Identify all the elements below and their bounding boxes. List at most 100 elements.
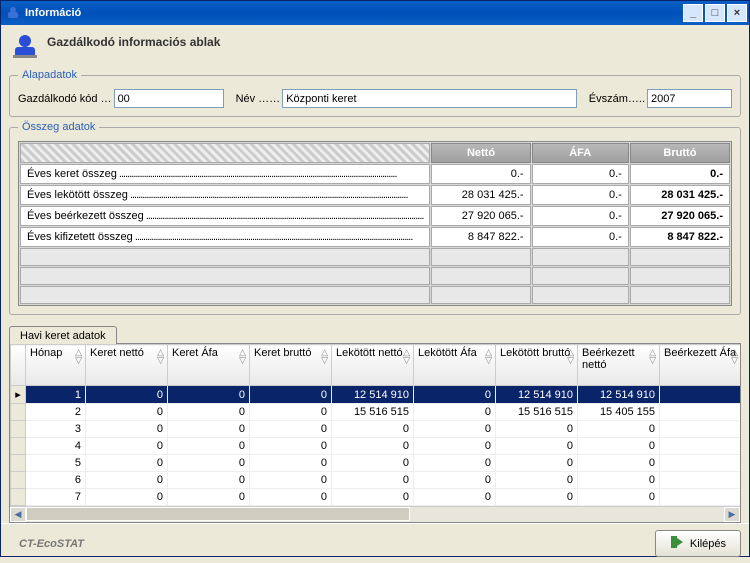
name-label: Név …… bbox=[236, 93, 281, 105]
row-marker: ▸ bbox=[11, 386, 26, 404]
col-beerkezett-netto[interactable]: Beérkezett nettó△▽ bbox=[578, 345, 660, 386]
cell bbox=[660, 472, 741, 489]
col-honap[interactable]: Hónap△▽ bbox=[26, 345, 86, 386]
cell: 0 bbox=[332, 472, 414, 489]
cell: 12 514 910 bbox=[496, 386, 578, 404]
cell: 0 bbox=[332, 489, 414, 506]
row-marker bbox=[11, 455, 26, 472]
cell: 0 bbox=[414, 438, 496, 455]
cell: 12 514 910 bbox=[332, 386, 414, 404]
cell bbox=[660, 421, 741, 438]
code-input[interactable] bbox=[114, 89, 224, 108]
cell: 0 bbox=[250, 386, 332, 404]
cell: 0 bbox=[250, 438, 332, 455]
cell: 0 bbox=[578, 438, 660, 455]
cell: 0 bbox=[168, 472, 250, 489]
maximize-button[interactable]: □ bbox=[705, 4, 725, 22]
row-marker bbox=[11, 489, 26, 506]
cell: 0 bbox=[496, 489, 578, 506]
basics-group: Alapadatok Gazdálkodó kód … Név …… Évszá… bbox=[9, 69, 741, 117]
cell: 0 bbox=[414, 421, 496, 438]
cell: 0 bbox=[86, 489, 168, 506]
cell bbox=[660, 404, 741, 421]
cell: 15 405 155 bbox=[578, 404, 660, 421]
scroll-thumb[interactable] bbox=[26, 507, 410, 521]
footer: CT-EcoSTAT Kilépés bbox=[1, 523, 749, 563]
cell: 0 bbox=[168, 421, 250, 438]
cell: 0 bbox=[250, 455, 332, 472]
cell: 0 bbox=[414, 455, 496, 472]
cell: 0 bbox=[496, 472, 578, 489]
cell: 0 bbox=[86, 472, 168, 489]
cell: 0 bbox=[86, 455, 168, 472]
table-row[interactable]: ▸100012 514 910012 514 91012 514 910 bbox=[11, 386, 741, 404]
cell: 0 bbox=[578, 472, 660, 489]
cell: 7 bbox=[26, 489, 86, 506]
cell bbox=[660, 455, 741, 472]
cell: 5 bbox=[26, 455, 86, 472]
col-lekotott-afa[interactable]: Lekötött Áfa△▽ bbox=[414, 345, 496, 386]
col-netto: Nettó bbox=[431, 143, 530, 163]
row-marker bbox=[11, 472, 26, 489]
table-row[interactable]: 200015 516 515015 516 51515 405 155 bbox=[11, 404, 741, 421]
year-label: Évszám….. bbox=[589, 93, 645, 105]
scroll-left-icon[interactable]: ◀ bbox=[10, 507, 26, 522]
col-beerkezett-afa[interactable]: Beérkezett Áfa△▽ bbox=[660, 345, 741, 386]
cell: 0 bbox=[168, 438, 250, 455]
cell: 0 bbox=[578, 455, 660, 472]
table-row[interactable]: 60000000 bbox=[11, 472, 741, 489]
table-row[interactable]: 50000000 bbox=[11, 455, 741, 472]
window-title: Információ bbox=[25, 7, 81, 19]
cell: 12 514 910 bbox=[578, 386, 660, 404]
year-input[interactable] bbox=[647, 89, 732, 108]
cell: 0 bbox=[250, 489, 332, 506]
cell: 0 bbox=[414, 472, 496, 489]
cell bbox=[660, 438, 741, 455]
cell bbox=[660, 386, 741, 404]
grid-header: Hónap△▽ Keret nettó△▽ Keret Áfa△▽ Keret … bbox=[11, 345, 741, 386]
col-keret-brutto[interactable]: Keret bruttó△▽ bbox=[250, 345, 332, 386]
cell: 0 bbox=[168, 386, 250, 404]
col-keret-netto[interactable]: Keret nettó△▽ bbox=[86, 345, 168, 386]
exit-icon bbox=[670, 535, 684, 552]
code-label: Gazdálkodó kód … bbox=[18, 93, 112, 105]
table-row[interactable]: 40000000 bbox=[11, 438, 741, 455]
cell: 0 bbox=[86, 404, 168, 421]
user-icon bbox=[11, 31, 39, 59]
cell: 0 bbox=[578, 421, 660, 438]
table-row[interactable]: 30000000 bbox=[11, 421, 741, 438]
cell: 15 516 515 bbox=[496, 404, 578, 421]
basics-legend: Alapadatok bbox=[18, 69, 81, 81]
horizontal-scrollbar[interactable]: ◀ ▶ bbox=[10, 506, 740, 522]
cell: 2 bbox=[26, 404, 86, 421]
exit-button[interactable]: Kilépés bbox=[655, 530, 741, 557]
cell: 0 bbox=[250, 472, 332, 489]
summary-legend: Összeg adatok bbox=[18, 121, 99, 133]
col-lekotott-brutto[interactable]: Lekötött bruttó△▽ bbox=[496, 345, 578, 386]
name-input[interactable] bbox=[282, 89, 577, 108]
cell: 0 bbox=[168, 404, 250, 421]
minimize-button[interactable]: _ bbox=[683, 4, 703, 22]
app-icon bbox=[5, 5, 21, 21]
cell: 0 bbox=[496, 455, 578, 472]
row-marker bbox=[11, 421, 26, 438]
close-button[interactable]: × bbox=[727, 4, 747, 22]
col-lekotott-netto[interactable]: Lekötött nettó△▽ bbox=[332, 345, 414, 386]
monthly-grid: Hónap△▽ Keret nettó△▽ Keret Áfa△▽ Keret … bbox=[9, 343, 741, 523]
row-marker bbox=[11, 438, 26, 455]
row-marker bbox=[11, 404, 26, 421]
table-row[interactable]: 70000000 bbox=[11, 489, 741, 506]
col-keret-afa[interactable]: Keret Áfa△▽ bbox=[168, 345, 250, 386]
cell: 0 bbox=[496, 421, 578, 438]
title-bar: Információ _ □ × bbox=[1, 1, 749, 25]
summary-table: Nettó ÁFA Bruttó Éves keret összeg0.-0.-… bbox=[18, 141, 732, 306]
cell: 1 bbox=[26, 386, 86, 404]
cell: 0 bbox=[250, 404, 332, 421]
summary-corner bbox=[20, 143, 430, 163]
tabs: Havi keret adatok Hónap△▽ Keret nettó△▽ … bbox=[9, 325, 741, 523]
cell: 0 bbox=[332, 438, 414, 455]
tab-monthly[interactable]: Havi keret adatok bbox=[9, 326, 117, 344]
scroll-right-icon[interactable]: ▶ bbox=[724, 507, 740, 522]
cell: 0 bbox=[414, 489, 496, 506]
row-marker-header bbox=[11, 345, 26, 386]
